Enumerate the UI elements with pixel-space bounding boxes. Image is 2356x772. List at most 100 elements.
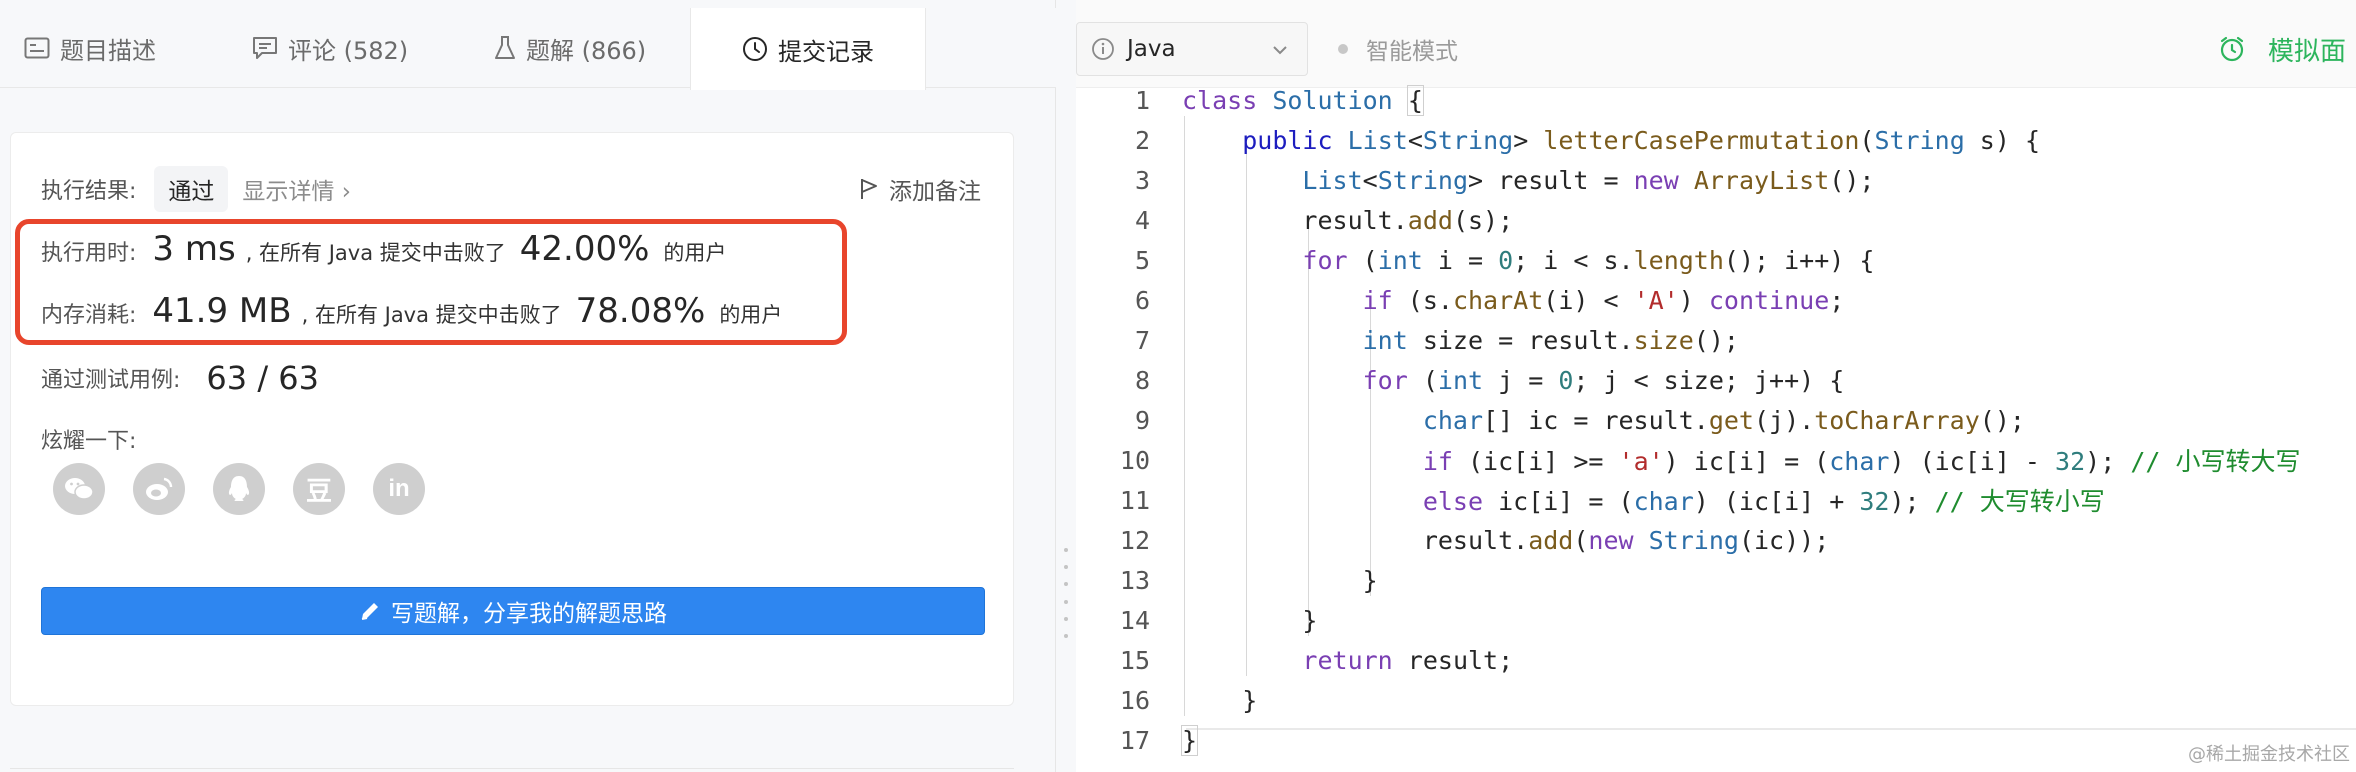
code-text: result.add(s); [1182, 205, 1514, 235]
add-note-label: 添加备注 [889, 179, 981, 205]
code-text: return result; [1302, 645, 1514, 675]
panel-bottom-divider [10, 768, 1014, 769]
line-number: 3 [1134, 165, 1150, 195]
show-details-link[interactable]: 显示详情 › [242, 172, 351, 206]
line-number: 4 [1134, 205, 1150, 235]
info-icon [1092, 38, 1114, 60]
line-number: 1 [1134, 85, 1150, 115]
code-text: List<String> result = new ArrayList(); [1302, 165, 1875, 195]
code-line: 1 class Solution { [1076, 80, 2356, 120]
code-text: } [1180, 724, 1199, 756]
line-number: 6 [1134, 285, 1150, 315]
douban-icon[interactable]: 豆 [293, 463, 345, 515]
submission-result-card: 执行结果: 通过 显示详情 › 添加备注 执行用时: 3 ms , 在所有 Ja… [10, 132, 1014, 706]
pencil-icon [361, 603, 378, 620]
code-line: 11 else ic[i] = (char) (ic[i] + 32); // … [1076, 480, 2356, 520]
left-tab-bar: 题目描述 评论 (582) 题解 (866) 提交记录 [0, 8, 1056, 90]
code-line: 5 for (int i = 0; i < s.length(); i++) { [1076, 240, 2356, 280]
memory-suffix: 的用户 [719, 303, 783, 327]
code-text: } [1182, 605, 1318, 635]
code-line: 3 List<String> result = new ArrayList(); [1076, 160, 2356, 200]
code-editor[interactable]: 1 class Solution { 2 public List<String> … [1076, 84, 2356, 772]
code-line: 14 } [1076, 600, 2356, 640]
line-number: 15 [1119, 645, 1150, 675]
drag-handle-icon [1064, 548, 1068, 638]
wechat-icon[interactable] [53, 463, 105, 515]
line-number: 16 [1119, 685, 1150, 715]
code-text: for (int i = 0; i < s.length(); i++) { [1302, 245, 1875, 275]
line-number: 14 [1119, 605, 1150, 635]
qq-icon[interactable] [213, 463, 265, 515]
smart-mode-dot-icon [1338, 44, 1348, 54]
code-line: 8 for (int j = 0; j < size; j++) { [1076, 360, 2356, 400]
line-number: 13 [1119, 565, 1150, 595]
description-icon [24, 37, 50, 59]
line-number: 8 [1134, 365, 1150, 395]
tab-comments-label: 评论 (582) [288, 36, 409, 65]
runtime-value: 3 ms [152, 229, 236, 269]
test-cases-value: 63 / 63 [206, 359, 319, 397]
tab-solutions[interactable]: 题解 (866) [494, 8, 646, 88]
code-line: 6 if (s.charAt(i) < 'A') continue; [1076, 280, 2356, 320]
mock-interview-button[interactable]: 模拟面 [2218, 22, 2346, 76]
result-label: 执行结果: [41, 179, 137, 204]
douban-glyph: 豆 [305, 476, 332, 507]
code-line: 7 int size = result.size(); [1076, 320, 2356, 360]
weibo-icon[interactable] [133, 463, 185, 515]
memory-middle-text: , 在所有 Java 提交中击败了 [301, 303, 562, 327]
memory-percent: 78.08% [575, 291, 706, 331]
code-text: public List<String> letterCasePermutatio… [1242, 125, 2041, 155]
code-line: 15 return result; [1076, 640, 2356, 680]
code-line: 13 } [1076, 560, 2356, 600]
linkedin-glyph: in [388, 475, 410, 502]
code-text: class Solution { [1182, 84, 1424, 116]
code-text: if (s.charAt(i) < 'A') continue; [1362, 285, 1845, 315]
language-value: Java [1127, 36, 1176, 62]
code-text: int size = result.size(); [1362, 325, 1739, 355]
line-number: 7 [1134, 325, 1150, 355]
code-text: char[] ic = result.get(j).toCharArray(); [1422, 405, 2025, 435]
language-select[interactable]: Java [1076, 22, 1308, 76]
linkedin-icon[interactable]: in [373, 463, 425, 515]
code-text: for (int j = 0; j < size; j++) { [1362, 365, 1845, 395]
code-line: 16 } [1076, 680, 2356, 720]
tab-description[interactable]: 题目描述 [24, 8, 156, 88]
runtime-percent: 42.00% [519, 229, 650, 269]
clock-icon [743, 37, 767, 61]
smart-mode-toggle[interactable]: 智能模式 [1338, 22, 1458, 76]
share-icons: 豆 in [53, 463, 453, 515]
runtime-row: 执行用时: 3 ms , 在所有 Java 提交中击败了 42.00% 的用户 [41, 229, 726, 279]
alarm-clock-icon [2220, 36, 2244, 62]
line-number: 12 [1119, 525, 1150, 555]
flag-icon [861, 179, 877, 199]
left-panel: 题目描述 评论 (582) 题解 (866) 提交记录 执行结果: 通过 显示详… [0, 0, 1056, 772]
tab-comments[interactable]: 评论 (582) [252, 8, 408, 88]
tab-submissions-label: 提交记录 [778, 37, 874, 66]
tab-description-label: 题目描述 [60, 36, 156, 65]
runtime-label: 执行用时: [41, 241, 137, 266]
code-line: 17} [1076, 720, 2356, 760]
write-solution-label: 写题解，分享我的解题思路 [391, 601, 667, 627]
editor-toolbar: Java 智能模式 模拟面 [1076, 0, 2356, 88]
editor-panel: Java 智能模式 模拟面 1 class Solution { 2 public… [1076, 0, 2356, 772]
runtime-middle-text: , 在所有 Java 提交中击败了 [245, 241, 506, 265]
code-text: } [1182, 685, 1258, 715]
code-line: 9 char[] ic = result.get(j).toCharArray(… [1076, 400, 2356, 440]
tab-submissions[interactable]: 提交记录 [690, 8, 926, 90]
watermark: @稀土掘金技术社区 [2188, 744, 2350, 765]
test-cases-label: 通过测试用例: [41, 368, 181, 393]
code-line: 4 result.add(s); [1076, 200, 2356, 240]
panel-resize-handle[interactable] [1056, 0, 1076, 772]
add-note-button[interactable]: 添加备注 [859, 167, 981, 211]
share-title: 炫耀一下: [41, 429, 137, 454]
write-solution-button[interactable]: 写题解，分享我的解题思路 [41, 587, 985, 635]
code-text: } [1182, 565, 1378, 595]
memory-value: 41.9 MB [152, 291, 292, 331]
line-number: 11 [1119, 485, 1150, 515]
runtime-suffix: 的用户 [663, 241, 727, 265]
code-text: result.add(new String(ic)); [1182, 525, 1830, 555]
code-line: 2 public List<String> letterCasePermutat… [1076, 120, 2356, 160]
status-badge: 通过 [154, 166, 229, 212]
code-text: else ic[i] = (char) (ic[i] + 32); // 大写转… [1422, 487, 2105, 516]
flask-icon [495, 36, 515, 59]
